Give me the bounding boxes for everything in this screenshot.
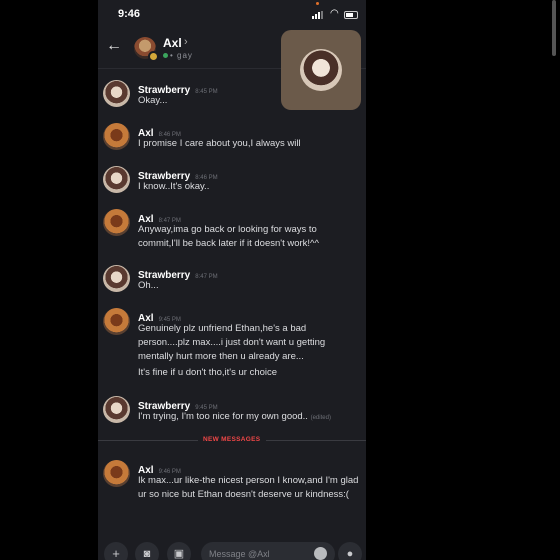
plus-icon[interactable]: +: [104, 542, 128, 560]
back-arrow-icon[interactable]: ←: [106, 38, 122, 54]
recording-indicator: [316, 2, 319, 5]
wifi-icon: ◠: [330, 8, 339, 19]
status-bar: 9:46 ◠: [98, 0, 366, 30]
gift-icon[interactable]: ▣: [167, 542, 191, 560]
avatar-axl[interactable]: [103, 460, 130, 487]
message-text: Anyway,ima go back or looking for ways t…: [138, 224, 319, 249]
scrollbar[interactable]: [552, 0, 556, 56]
avatar-axl[interactable]: [103, 123, 130, 150]
call-pip-window[interactable]: [281, 30, 361, 110]
message-text: I know..It's okay..: [138, 181, 210, 192]
avatar-axl[interactable]: [103, 209, 130, 236]
message-input-placeholder: Message @Axl: [209, 549, 270, 559]
message-text: I promise I care about you,I always will: [138, 138, 301, 149]
online-dot-icon: [163, 53, 168, 59]
microphone-icon[interactable]: ●: [338, 542, 362, 560]
avatar-strawberry[interactable]: [103, 265, 130, 292]
message-text: Ik max...ur like-the nicest person I kno…: [138, 475, 359, 500]
new-messages-label: NEW MESSAGES: [203, 436, 261, 443]
header-username[interactable]: Axl: [163, 36, 182, 50]
emoji-icon[interactable]: [314, 547, 327, 560]
battery-icon: [344, 11, 358, 19]
avatar-strawberry[interactable]: [103, 80, 130, 107]
call-participant-avatar: [300, 49, 342, 91]
message-text: I'm trying, I'm too nice for my own good…: [138, 411, 331, 422]
message-composer: + ◙ ▣ Message @Axl ●: [98, 540, 366, 560]
avatar-strawberry[interactable]: [103, 396, 130, 423]
chevron-right-icon[interactable]: ›: [184, 36, 188, 48]
edited-label: (edited): [310, 415, 331, 421]
status-time: 9:46: [118, 8, 141, 20]
message-text: Genuinely plz unfriend Ethan,he's a bad …: [138, 323, 326, 362]
header-custom-status: • gay: [163, 51, 193, 60]
message-text: Oh...: [138, 280, 159, 291]
signal-icon: [312, 11, 326, 19]
new-messages-divider: NEW MESSAGES: [98, 436, 366, 443]
idle-status-icon: [148, 51, 159, 62]
avatar-axl[interactable]: [103, 308, 130, 335]
message-input[interactable]: Message @Axl: [201, 542, 335, 560]
message-text-continued: It's fine if u don't tho,it's ur choice: [138, 367, 278, 378]
gamepad-icon[interactable]: ◙: [135, 542, 159, 560]
avatar-strawberry[interactable]: [103, 166, 130, 193]
